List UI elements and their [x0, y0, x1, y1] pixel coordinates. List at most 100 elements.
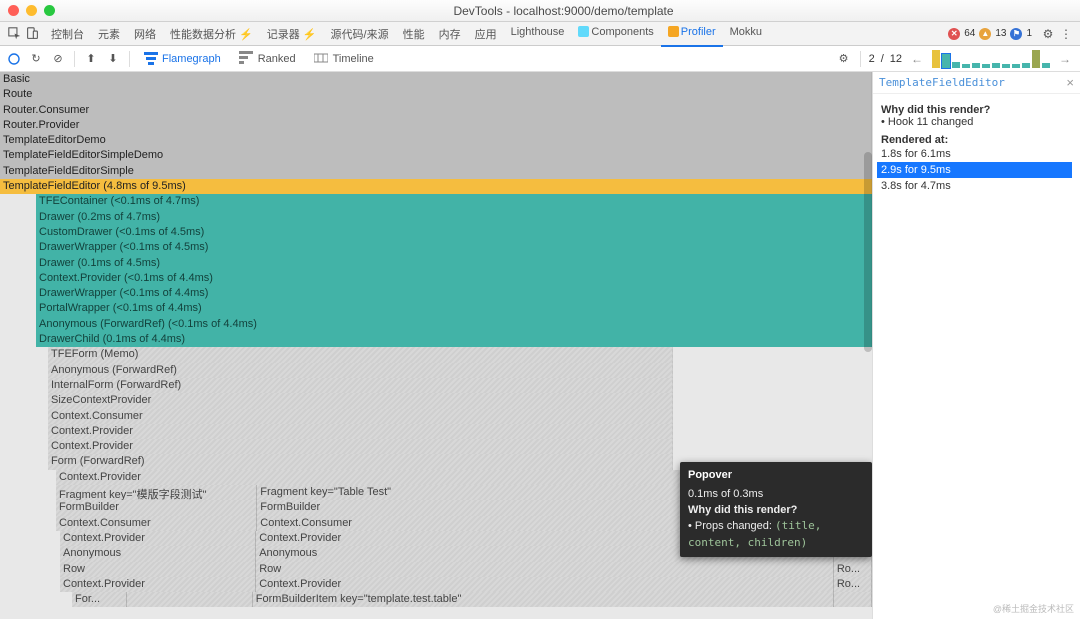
flame-row[interactable]: RowRowRo... [0, 562, 872, 577]
flame-row[interactable]: Context.ProviderContext.ProviderRo... [0, 577, 872, 592]
render-commit-item[interactable]: 2.9s for 9.5ms [877, 162, 1072, 178]
flame-row[interactable]: TFEForm (Memo) [0, 347, 872, 362]
commit-bar[interactable] [1012, 64, 1020, 68]
flame-bar[interactable]: Anonymous (ForwardRef) [48, 363, 673, 378]
flame-bar[interactable]: Context.Provider [56, 470, 681, 485]
commit-bar[interactable] [1002, 64, 1010, 68]
flame-row[interactable]: InternalForm (ForwardRef) [0, 378, 872, 393]
download-button[interactable]: ⬇ [105, 51, 121, 67]
devtools-tab[interactable]: 性能数据分析 ⚡ [163, 22, 260, 46]
flame-row[interactable]: TFEContainer (<0.1ms of 4.7ms) [0, 194, 872, 209]
devtools-tab[interactable]: 内存 [432, 22, 468, 46]
clear-button[interactable]: ⊘ [50, 51, 66, 67]
flame-bar[interactable]: DrawerWrapper (<0.1ms of 4.5ms) [36, 240, 872, 255]
commit-bar[interactable] [1022, 63, 1030, 68]
devtools-tab[interactable]: 性能 [396, 22, 432, 46]
flame-row[interactable]: Context.Provider [0, 424, 872, 439]
devtools-tab[interactable]: 记录器 ⚡ [260, 22, 324, 46]
commit-bar[interactable] [932, 50, 940, 68]
flame-row[interactable]: DrawerWrapper (<0.1ms of 4.4ms) [0, 286, 872, 301]
tab-ranked[interactable]: Ranked [233, 47, 302, 71]
devtools-tab[interactable]: Lighthouse [504, 22, 572, 46]
flame-bar[interactable] [834, 592, 872, 607]
flame-bar[interactable]: FormBuilder [56, 500, 257, 515]
devtools-tab[interactable]: 应用 [468, 22, 504, 46]
commit-bar[interactable] [992, 63, 1000, 68]
commit-bar[interactable] [1042, 63, 1050, 68]
close-icon[interactable]: × [1066, 75, 1074, 90]
flame-bar[interactable]: For... [72, 592, 127, 607]
flame-row[interactable]: TemplateFieldEditorSimpleDemo [0, 148, 872, 163]
flame-bar[interactable]: DrawerChild (0.1ms of 4.4ms) [36, 332, 872, 347]
commit-bar[interactable] [952, 62, 960, 68]
devtools-tab[interactable]: 网络 [127, 22, 163, 46]
flamegraph-panel[interactable]: BasicRouteRouter.ConsumerRouter.Provider… [0, 72, 872, 619]
flame-row[interactable]: TemplateFieldEditor (4.8ms of 9.5ms) [0, 179, 872, 194]
flame-row[interactable]: Anonymous (ForwardRef) [0, 363, 872, 378]
commit-bars[interactable] [932, 50, 1050, 68]
flame-row[interactable]: DrawerWrapper (<0.1ms of 4.5ms) [0, 240, 872, 255]
flame-bar[interactable]: TFEContainer (<0.1ms of 4.7ms) [36, 194, 872, 209]
scrollbar[interactable] [864, 152, 872, 352]
flame-row[interactable]: Context.Provider [0, 439, 872, 454]
flame-row[interactable]: DrawerChild (0.1ms of 4.4ms) [0, 332, 872, 347]
flame-row[interactable]: Context.Provider (<0.1ms of 4.4ms) [0, 271, 872, 286]
commit-bar[interactable] [982, 64, 990, 68]
tab-timeline[interactable]: Timeline [308, 47, 380, 71]
flame-row[interactable]: TemplateEditorDemo [0, 133, 872, 148]
error-badges[interactable]: ✕64 ▲13 ⚑1 [948, 28, 1032, 40]
flame-bar[interactable] [127, 592, 253, 607]
flame-row[interactable]: SizeContextProvider [0, 393, 872, 408]
tab-flamegraph[interactable]: Flamegraph [138, 48, 227, 69]
flame-bar[interactable]: InternalForm (ForwardRef) [48, 378, 673, 393]
commit-bar[interactable] [942, 54, 950, 68]
devtools-tab[interactable]: Mokku [723, 22, 769, 46]
flame-bar[interactable]: Row [60, 562, 256, 577]
flame-bar[interactable]: Router.Provider [0, 118, 872, 133]
close-icon[interactable] [8, 5, 19, 16]
flame-bar[interactable]: DrawerWrapper (<0.1ms of 4.4ms) [36, 286, 872, 301]
flame-bar[interactable]: TemplateFieldEditorSimple [0, 164, 872, 179]
render-commit-item[interactable]: 1.8s for 6.1ms [877, 146, 1072, 162]
flame-bar[interactable]: Ro... [834, 577, 872, 592]
flame-row[interactable]: Context.Consumer [0, 409, 872, 424]
flame-row[interactable]: For...FormBuilderItem key="template.test… [0, 592, 872, 607]
render-commit-item[interactable]: 3.8s for 4.7ms [877, 178, 1072, 194]
commit-bar[interactable] [1032, 50, 1040, 68]
flame-bar[interactable]: Route [0, 87, 872, 102]
devtools-tab[interactable]: 源代码/来源 [324, 22, 396, 46]
devtools-tab[interactable]: Components [571, 22, 660, 46]
devtools-tab[interactable]: 元素 [91, 22, 127, 46]
flame-row[interactable]: Router.Provider [0, 118, 872, 133]
kebab-icon[interactable]: ⋮ [1058, 22, 1074, 46]
upload-button[interactable]: ⬆ [83, 51, 99, 67]
gear-icon[interactable]: ⚙ [1040, 22, 1056, 46]
reload-button[interactable]: ↻ [28, 51, 44, 67]
flame-bar[interactable]: Router.Consumer [0, 103, 872, 118]
flame-row[interactable]: Drawer (0.2ms of 4.7ms) [0, 210, 872, 225]
flame-bar[interactable]: Anonymous (ForwardRef) (<0.1ms of 4.4ms) [36, 317, 872, 332]
flame-row[interactable]: Drawer (0.1ms of 4.5ms) [0, 256, 872, 271]
flame-bar[interactable]: TemplateFieldEditorSimpleDemo [0, 148, 872, 163]
flame-bar[interactable]: Basic [0, 72, 872, 87]
flame-bar[interactable]: TemplateFieldEditor (4.8ms of 9.5ms) [0, 179, 872, 194]
flame-row[interactable]: Router.Consumer [0, 103, 872, 118]
flame-bar[interactable]: PortalWrapper (<0.1ms of 4.4ms) [36, 301, 872, 316]
prev-commit-button[interactable]: ← [908, 52, 926, 66]
flame-bar[interactable]: Context.Provider [256, 577, 834, 592]
flame-bar[interactable]: Ro... [834, 562, 872, 577]
flame-bar[interactable]: Form (ForwardRef) [48, 454, 673, 469]
flame-bar[interactable]: Anonymous [60, 546, 256, 561]
flame-bar[interactable]: Fragment key="模版字段测试" [56, 485, 257, 500]
flame-row[interactable]: Route [0, 87, 872, 102]
flame-bar[interactable]: Context.Provider [60, 577, 256, 592]
flame-row[interactable]: PortalWrapper (<0.1ms of 4.4ms) [0, 301, 872, 316]
next-commit-button[interactable]: → [1056, 52, 1074, 66]
device-icon[interactable] [24, 22, 40, 46]
devtools-tab[interactable]: 控制台 [44, 22, 91, 46]
flame-bar[interactable]: Context.Provider (<0.1ms of 4.4ms) [36, 271, 872, 286]
flame-bar[interactable]: Context.Provider [48, 439, 673, 454]
commit-bar[interactable] [972, 63, 980, 68]
flame-row[interactable]: CustomDrawer (<0.1ms of 4.5ms) [0, 225, 872, 240]
window-controls[interactable] [8, 5, 55, 16]
